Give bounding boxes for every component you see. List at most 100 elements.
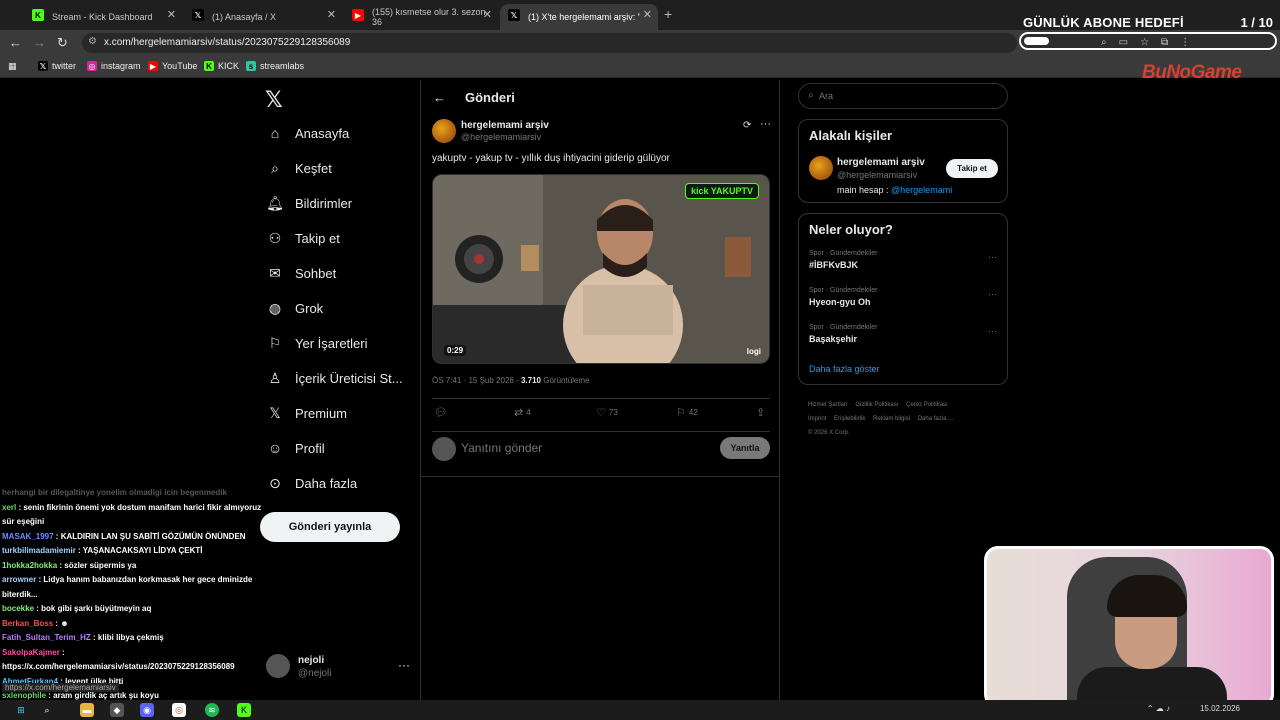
streamlabs-icon: s [246,61,256,71]
chat-username: SakolpaKajmer [2,647,60,657]
chat-username: xerl [2,502,17,512]
reply-icon: 💬︎ [434,407,448,419]
close-icon[interactable]: ✕ [327,8,336,21]
sidebar-item-grok[interactable]: ◍ Grok [266,296,323,320]
url-input[interactable]: ⚙ x.com/hergelemamiarsiv/status/20230752… [82,33,1017,53]
footer-link[interactable]: Daha fazla ... [918,416,953,422]
reply-button[interactable]: 💬︎ [434,406,448,419]
footer-link[interactable]: Gizlilik Politikası [855,402,898,408]
sidebar-item-bookmark[interactable]: ⚐ Yer İşaretleri [266,331,368,355]
author-name[interactable]: hergelemami arşiv [461,120,549,131]
trend-item[interactable]: Spor · Gündemdekiler Hyeon-gyu Oh ··· [809,287,999,317]
trend-item[interactable]: Spor · Gündemdekiler Başakşehir ··· [809,324,999,354]
sidebar-item-follow[interactable]: ⚇ Takip et [266,226,340,250]
app-icon[interactable]: ◆ [110,703,124,717]
footer-link[interactable]: Hizmet Şartları [808,402,848,408]
sidebar-item-search[interactable]: ⌕ Keşfet [266,156,332,180]
zoom-icon[interactable]: ⌕ [1101,37,1107,48]
close-icon[interactable]: ✕ [167,8,176,21]
avatar[interactable] [809,156,833,180]
tab-x-status[interactable]: 𝕏 (1) X'te hergelemami arşiv: "yak ✕ [500,4,658,30]
system-tray-icons[interactable]: ⌃ ☁ ♪ [1147,704,1170,713]
kick-icon[interactable]: K [237,703,251,717]
discord-icon[interactable]: ◉ [140,703,154,717]
more-dots-icon[interactable]: ··· [760,118,771,130]
sidebar-item-more-circle[interactable]: ⊙ Daha fazla [266,471,357,495]
share-button[interactable]: ⇪ [756,406,765,419]
sidebar-item-home[interactable]: ⌂ Anasayfa [266,121,349,145]
repost-button[interactable]: ⇄ 4 [514,406,531,419]
sidebar-item-bell[interactable]: 🔔︎ Bildirimler [266,191,352,215]
more-dots-icon[interactable]: ··· [398,658,410,672]
related-name[interactable]: hergelemami arşiv [837,157,925,168]
footer-link[interactable]: Çerez Politikası [906,402,948,408]
tab-label: (1) X'te hergelemami arşiv: "yak [528,12,640,22]
close-icon[interactable]: ✕ [643,8,652,21]
footer-link[interactable]: Erişilebilirlik [834,416,865,422]
main-column: ← Gönderi hergelemami arşiv @hergelemami… [420,80,780,700]
file-explorer-icon[interactable]: ▬ [80,703,94,717]
sidebar-item-creator[interactable]: ♙ İçerik Üreticisi St... [266,366,403,390]
stream-chat-overlay: herhangi bir dilegaltinye yonelim olmadi… [2,486,264,700]
more-dots-icon[interactable]: ··· [988,326,997,336]
chat-message: Fatih_Sultan_Terim_HZ : klibi libya çekm… [2,631,264,646]
search-input[interactable]: ⌕ Ara [798,83,1008,109]
author-avatar[interactable] [432,119,456,143]
chat-text: KALDIRIN LAN ŞU SABİTİ GÖZÜMÜN ÖNÜNDEN [60,531,246,541]
sidebar-item-x-premium[interactable]: 𝕏 Premium [266,401,347,425]
tab-x-home[interactable]: 𝕏 (1) Anasayfa / X ✕ [184,4,342,30]
forward-arrow-icon[interactable]: → [33,35,46,50]
streamer-hair [1107,575,1187,617]
x-logo-icon[interactable]: 𝕏 [265,87,283,113]
bookmark-kick[interactable]: K KICK [204,61,239,71]
search-icon[interactable]: ⌕ [40,703,54,717]
bio-link[interactable]: @hergelemami [891,185,952,195]
footer-link[interactable]: Imprint [808,416,826,422]
bookmark-button[interactable]: ⚐ 42 [676,406,698,419]
post-button[interactable]: Gönderi yayınla [260,512,400,542]
chat-message: turkbilimadamiemir : YAŞANACAKSAYI LİDYA… [2,544,264,559]
new-tab-button[interactable]: + [664,6,672,22]
tab-youtube[interactable]: ▶ (155) kısmetse olur 3. sezon 36 ✕ [344,4,498,30]
bookmark-youtube[interactable]: ▶ YouTube [148,61,197,71]
star-icon[interactable]: ☆ [1140,37,1149,48]
related-handle[interactable]: @hergelemamiarsiv [837,170,917,180]
show-more-link[interactable]: Daha fazla göster [809,364,880,374]
bookmark-instagram[interactable]: ◎ instagram [87,61,141,71]
apps-icon[interactable]: ▦ [8,61,17,72]
chat-message: 1hokka2hokka : sözler süpermis ya [2,559,264,574]
tab-label: (155) kısmetse olur 3. sezon 36 [372,7,486,27]
reply-submit-button[interactable]: Yanıtla [720,437,770,459]
spotify-icon[interactable]: ≋ [205,703,219,717]
menu-dots-icon[interactable]: ⋮ [1180,37,1190,48]
author-handle[interactable]: @hergelemamiarsiv [461,132,541,142]
more-dots-icon[interactable]: ··· [988,289,997,299]
like-button[interactable]: ♡ 73 [596,406,618,419]
back-arrow-icon[interactable]: ← [9,35,22,50]
chrome-icon[interactable]: ◎ [172,703,186,717]
cast-icon[interactable]: ▭ [1119,37,1128,48]
trend-item[interactable]: Spor · Gündemdekiler #İBFKvBJK ··· [809,250,999,280]
video-duration: 0:29 [444,345,467,356]
footer-link[interactable]: Reklam bilgisi [873,416,910,422]
bookmark-streamlabs[interactable]: s streamlabs [246,61,304,71]
back-arrow-icon[interactable]: ← [433,90,446,105]
follow-button[interactable]: Takip et [946,159,998,178]
site-info-icon[interactable]: ⚙ [88,36,97,47]
reload-icon[interactable]: ↻ [57,35,68,51]
sidebar-item-mail[interactable]: ✉ Sohbet [266,261,336,285]
grok-icon[interactable]: ⟳ [743,120,751,131]
tweet-time[interactable]: ÖS 7:41 · 15 Şub 2026 · [432,376,519,385]
video-player[interactable]: kick YAKUPTV 0:29 logi [432,174,770,364]
windows-start-icon[interactable]: ⊞ [14,703,28,717]
more-dots-icon[interactable]: ··· [988,252,997,262]
close-icon[interactable]: ✕ [483,8,492,21]
chat-message: MASAK_1997 : KALDIRIN LAN ŞU SABİTİ GÖZÜ… [2,530,264,545]
tab-kick-dashboard[interactable]: K Stream - Kick Dashboard ✕ [24,4,182,30]
extension-icon[interactable]: ⧉ [1161,37,1168,48]
reply-input[interactable]: Yanıtını gönder [461,441,542,455]
chat-username: arrowner [2,575,37,584]
bookmark-twitter[interactable]: 𝕏twitter [38,61,76,71]
sidebar-item-profile[interactable]: ☺ Profil [266,436,325,460]
view-count: 3.710 [520,376,541,385]
